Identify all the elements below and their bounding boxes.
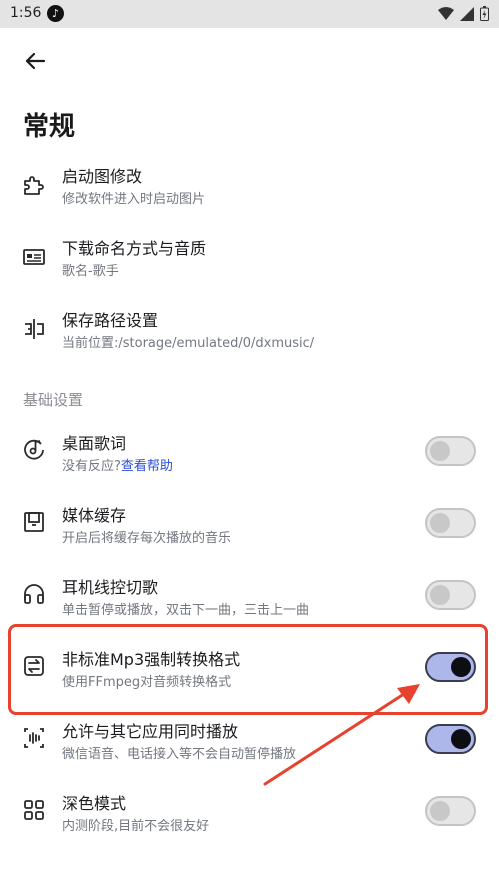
setting-title: 启动图修改 — [62, 167, 143, 186]
waveform-icon — [24, 728, 44, 748]
setting-dark-mode[interactable]: 深色模式 内测阶段,目前不会很友好 — [0, 787, 499, 843]
setting-media-cache[interactable]: 媒体缓存 开启后将缓存每次播放的音乐 — [0, 499, 499, 555]
setting-desktop-lyrics[interactable]: 桌面歌词 没有反应?查看帮助 — [0, 427, 499, 483]
setting-title: 媒体缓存 — [62, 506, 127, 525]
setting-subtitle: 当前位置:/storage/emulated/0/dxmusic/ — [62, 336, 315, 351]
setting-title: 耳机线控切歌 — [62, 578, 159, 597]
music-app-icon: ♪ — [47, 5, 64, 22]
switch-knob — [430, 801, 450, 821]
mix-playback-switch[interactable] — [425, 724, 476, 754]
setting-title: 非标准Mp3强制转换格式 — [62, 650, 241, 669]
puzzle-icon — [24, 176, 44, 195]
help-link[interactable]: 查看帮助 — [121, 459, 173, 474]
media-cache-switch[interactable] — [425, 508, 476, 538]
signal-icon — [460, 6, 474, 21]
setting-subtitle: 使用FFmpeg对音频转换格式 — [62, 675, 232, 690]
split-path-icon — [25, 319, 44, 339]
save-icon — [24, 512, 44, 532]
setting-title: 下载命名方式与音质 — [62, 239, 207, 258]
setting-download-naming[interactable]: 下载命名方式与音质 歌名-歌手 — [0, 232, 499, 288]
setting-mix-playback[interactable]: 允许与其它应用同时播放 微信语音、电话接入等不会自动暂停播放 — [0, 715, 499, 771]
subtitle-text: 没有反应? — [62, 459, 121, 474]
section-header-basic: 基础设置 — [23, 391, 84, 409]
setting-title: 保存路径设置 — [62, 311, 159, 330]
id-card-icon — [23, 249, 45, 265]
convert-icon — [24, 656, 44, 676]
setting-title: 桌面歌词 — [62, 434, 127, 453]
setting-subtitle: 微信语音、电话接入等不会自动暂停播放 — [62, 747, 297, 762]
setting-title: 深色模式 — [62, 794, 127, 813]
arrow-back-icon — [25, 52, 46, 70]
setting-title: 允许与其它应用同时播放 — [62, 722, 239, 741]
desktop-lyrics-switch[interactable] — [425, 436, 476, 466]
dark-mode-switch[interactable] — [425, 796, 476, 826]
page-title: 常规 — [23, 112, 76, 142]
headphones-icon — [24, 584, 44, 604]
setting-launch-image[interactable]: 启动图修改 修改软件进入时启动图片 — [0, 160, 499, 216]
switch-knob — [430, 513, 450, 533]
switch-knob — [451, 657, 471, 677]
setting-subtitle: 开启后将缓存每次播放的音乐 — [62, 531, 232, 546]
wifi-icon — [438, 6, 454, 20]
record-note-icon — [24, 439, 44, 460]
battery-icon — [480, 6, 489, 21]
switch-knob — [451, 729, 471, 749]
setting-subtitle: 内测阶段,目前不会很友好 — [62, 819, 210, 834]
grid-icon — [24, 800, 44, 820]
setting-subtitle: 没有反应?查看帮助 — [62, 455, 173, 474]
setting-headset-control[interactable]: 耳机线控切歌 单击暂停或播放，双击下一曲，三击上一曲 — [0, 571, 499, 627]
headset-control-switch[interactable] — [425, 580, 476, 610]
setting-subtitle: 单击暂停或播放，双击下一曲，三击上一曲 — [62, 603, 310, 618]
status-icons — [438, 6, 489, 21]
mp3-convert-switch[interactable] — [425, 652, 476, 682]
setting-subtitle: 歌名-歌手 — [62, 264, 119, 279]
setting-subtitle: 修改软件进入时启动图片 — [62, 192, 206, 207]
switch-knob — [430, 441, 450, 461]
status-time: 1:56 — [10, 5, 42, 21]
switch-knob — [430, 585, 450, 605]
status-bar: 1:56 ♪ — [0, 0, 499, 28]
setting-mp3-convert[interactable]: 非标准Mp3强制转换格式 使用FFmpeg对音频转换格式 — [0, 643, 499, 699]
setting-save-path[interactable]: 保存路径设置 当前位置:/storage/emulated/0/dxmusic/ — [0, 304, 499, 360]
back-button[interactable] — [20, 46, 50, 76]
